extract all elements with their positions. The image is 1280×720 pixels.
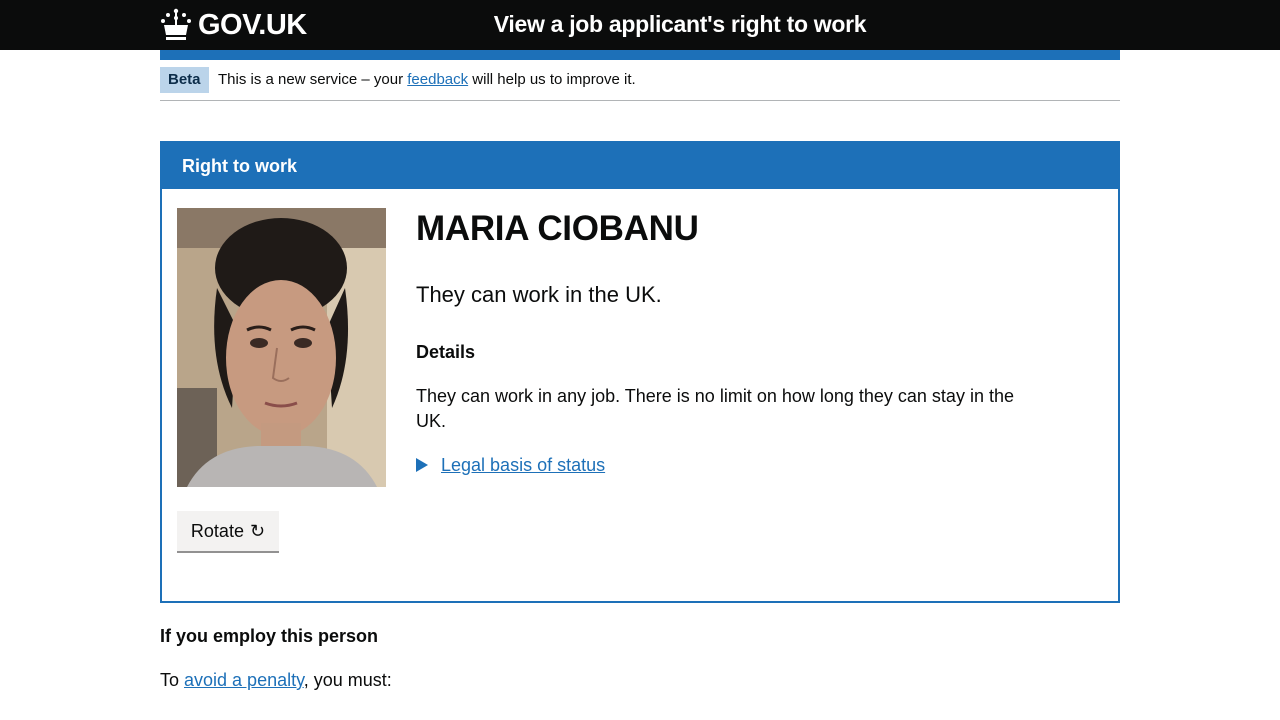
must-text-after: , you must: bbox=[303, 670, 392, 690]
service-name[interactable]: View a job applicant's right to work bbox=[400, 11, 960, 38]
avoid-penalty-link[interactable]: avoid a penalty bbox=[184, 670, 304, 690]
employ-instructions: To avoid a penalty, you must: bbox=[160, 668, 392, 692]
rotate-button[interactable]: Rotate ↻ bbox=[177, 511, 279, 551]
logo-text: GOV.UK bbox=[198, 8, 307, 41]
legal-basis-link[interactable]: Legal basis of status bbox=[441, 453, 605, 477]
feedback-link[interactable]: feedback bbox=[407, 71, 468, 88]
person-name: MARIA CIOBANU bbox=[416, 209, 699, 248]
employ-heading: If you employ this person bbox=[160, 626, 379, 646]
triangle-right-icon bbox=[416, 458, 428, 472]
details-heading: Details bbox=[416, 342, 476, 362]
header-blue-strip bbox=[160, 50, 1120, 60]
panel-title: Right to work bbox=[162, 143, 1118, 189]
phase-banner: Beta This is a new service – your feedba… bbox=[160, 67, 1120, 101]
rotate-icon: ↻ bbox=[249, 520, 266, 541]
work-status: They can work in the UK. bbox=[416, 282, 662, 307]
rotate-button-label: Rotate bbox=[190, 520, 244, 541]
crown-icon bbox=[161, 8, 191, 40]
phase-text-before: This is a new service – your bbox=[218, 71, 408, 88]
phase-text-after: will help us to improve it. bbox=[468, 71, 636, 88]
right-to-work-panel: Right to work Rotate ↻ MARIA CIOBANU The… bbox=[160, 141, 1120, 603]
phase-banner-text: This is a new service – your feedback wi… bbox=[218, 71, 636, 89]
govuk-logo-link[interactable]: GOV.UK bbox=[160, 6, 307, 44]
applicant-photo bbox=[177, 208, 386, 487]
phase-tag: Beta bbox=[160, 67, 209, 93]
details-text: They can work in any job. There is no li… bbox=[416, 386, 1014, 431]
govuk-header: GOV.UK View a job applicant's right to w… bbox=[0, 0, 1280, 50]
legal-basis-disclosure[interactable]: Legal basis of status bbox=[416, 453, 605, 477]
must-text-before: To bbox=[160, 670, 185, 690]
